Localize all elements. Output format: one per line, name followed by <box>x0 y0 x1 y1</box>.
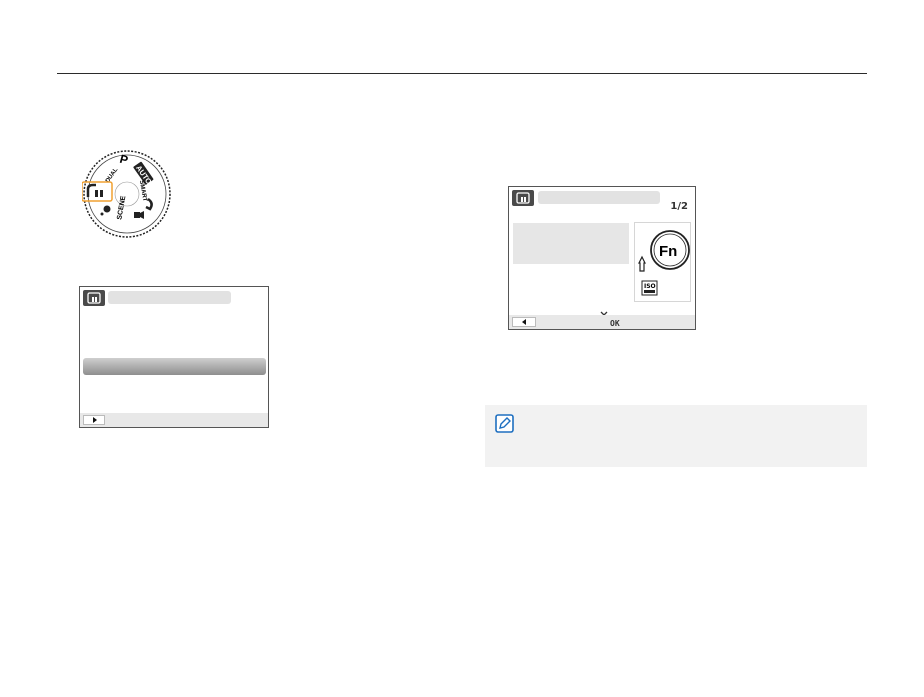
play-button[interactable] <box>83 415 105 425</box>
fn-label: Fn <box>659 243 677 260</box>
frame-title-bar <box>538 191 660 204</box>
menu-title-bar <box>108 291 231 304</box>
mode-dial: P AUTO SMART DUAL SCENE <box>82 150 171 238</box>
fn-panel: Fn ISO <box>634 222 691 302</box>
note-box <box>485 405 867 467</box>
bottom-bar <box>80 413 268 427</box>
bottom-bar: OK <box>509 315 695 329</box>
iso-icon: ISO <box>641 280 658 296</box>
selected-menu-item[interactable] <box>83 358 266 375</box>
pointer-hand-icon <box>638 255 646 272</box>
magic-frame-icon <box>512 190 534 206</box>
night-icon <box>100 212 104 216</box>
magic-frame-icon <box>83 290 105 306</box>
note-pencil-icon <box>495 414 514 433</box>
lcd-screen-frame: 1/2 Fn ISO OK <box>508 186 696 330</box>
svg-text:ISO: ISO <box>644 283 656 290</box>
play-arrow-icon <box>93 417 97 423</box>
lcd-screen-menu <box>79 286 269 428</box>
page-indicator: 1/2 <box>670 201 688 212</box>
movie-icon <box>134 211 144 219</box>
frame-description-box <box>513 223 629 264</box>
back-arrow-icon <box>522 319 526 325</box>
header-rule <box>57 73 867 74</box>
back-button[interactable] <box>512 317 536 327</box>
ok-label[interactable]: OK <box>610 319 620 328</box>
scene-icon <box>103 205 111 213</box>
